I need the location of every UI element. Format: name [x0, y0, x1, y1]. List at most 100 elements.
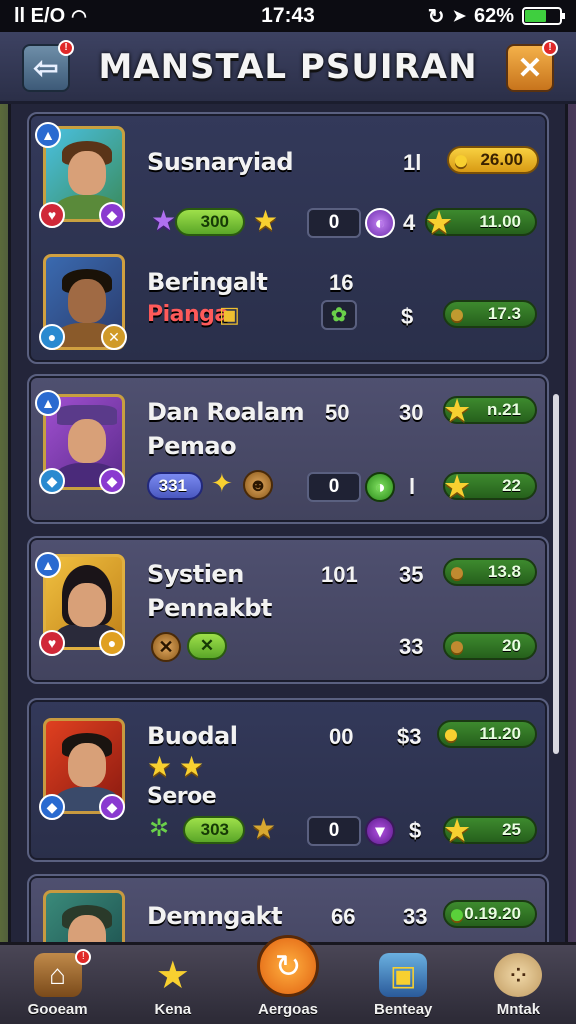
- character-name: Demngakt: [147, 902, 283, 930]
- gem-icon: ◆: [99, 202, 125, 228]
- star-icon: ★: [155, 954, 190, 997]
- star-icon: ★: [444, 394, 470, 426]
- water-drop-icon: ●: [39, 324, 65, 350]
- nav-item-home[interactable]: ⌂ ! Gooeam: [0, 945, 115, 1024]
- back-button[interactable]: ⇦ !: [22, 40, 74, 92]
- heart-icon: ♥: [39, 630, 65, 656]
- resource-pill: 331: [147, 472, 203, 500]
- list-card[interactable]: ▲ ♥ ● Systien Pennakbt 101 35 ● 13.8 ✕ ✕…: [27, 536, 549, 684]
- level-badge-icon: ▲: [35, 552, 61, 578]
- count-value: 4: [403, 210, 416, 235]
- carrier-text: ll E/O: [14, 4, 66, 27]
- green-orb-icon: ◑: [365, 472, 395, 502]
- stat-value: 35: [399, 562, 424, 587]
- list-card[interactable]: Demngakt 66 33 ● 0.19.20: [27, 874, 549, 942]
- notification-badge: !: [542, 40, 558, 56]
- paw-box: ✿: [321, 300, 357, 330]
- nav-item-cookie[interactable]: ⁘ Mntak: [461, 945, 576, 1024]
- nav-label: Benteay: [374, 1001, 433, 1018]
- avatar: [43, 890, 125, 942]
- stat-value: 66: [331, 904, 356, 929]
- reward-pill: ● 17.3: [443, 298, 537, 329]
- nav-label: Mntak: [496, 1001, 541, 1018]
- value-box: 0: [307, 816, 361, 846]
- count-value: 33: [399, 634, 424, 659]
- character-subtitle: Seroe: [147, 784, 217, 809]
- character-subtitle: Pemao: [147, 432, 237, 460]
- star-icon: ★: [251, 813, 277, 844]
- currency-symbol: $: [409, 818, 422, 843]
- cookie-icon: ⁘: [494, 953, 543, 997]
- chest-icon: ▣: [219, 302, 240, 327]
- battery-icon: [522, 7, 565, 25]
- carrier-signal: ll E/O ◠: [14, 5, 214, 28]
- purple-star-icon: ★: [151, 205, 177, 236]
- reward-pill: ★ 25: [443, 815, 537, 846]
- heart-icon: ♥: [39, 202, 65, 228]
- page-title: MANSTAL PSUIRAN: [98, 46, 478, 87]
- green-coin-icon: ●: [448, 898, 466, 929]
- shield-icon: ◆: [39, 468, 65, 494]
- notification-badge: !: [58, 40, 74, 56]
- resource-pill: 300: [175, 208, 245, 236]
- character-name: Systien: [147, 560, 244, 588]
- location-icon: ➤: [452, 8, 466, 25]
- close-button[interactable]: ✕ !: [506, 40, 558, 92]
- reward-pill: ★ n.21: [443, 395, 537, 426]
- character-name: Beringalt: [147, 268, 268, 296]
- gold-coin-icon: ●: [452, 144, 470, 175]
- stat-value: 101: [321, 562, 358, 587]
- stat-value: 33: [403, 904, 428, 929]
- back-arrow-icon: ⇦: [33, 51, 59, 85]
- star-icon: ★: [253, 205, 279, 236]
- nav-label: Gooeam: [27, 1001, 88, 1018]
- list-card[interactable]: ▲ ♥ ◆ Susnaryiad 1l ● 26.00 ★ 300 ★ 0 ◐ …: [27, 112, 549, 364]
- sword-icon: ✕: [199, 636, 215, 655]
- sword-icon: ✕: [151, 632, 181, 662]
- character-subtitle: Pianga: [147, 302, 229, 327]
- coin-icon: ●: [99, 630, 125, 656]
- battery-percent: 62%: [473, 4, 514, 27]
- reward-pill: ● 13.8: [443, 556, 537, 587]
- header-bar: ⇦ ! MANSTAL PSUIRAN ✕ !: [0, 32, 576, 104]
- stat-value: 50: [325, 400, 350, 425]
- nav-item-star[interactable]: ★ Kena: [115, 945, 230, 1024]
- sword-icon: ✕: [101, 324, 127, 350]
- skull-icon: ☻: [243, 470, 273, 500]
- character-list[interactable]: ▲ ♥ ◆ Susnaryiad 1l ● 26.00 ★ 300 ★ 0 ◐ …: [8, 104, 568, 942]
- reward-pill: ● 11.20: [437, 718, 537, 749]
- bottom-nav: ⌂ ! Gooeam ★ Kena ↻ Aergoas ▣ Benteay ⁘ …: [0, 935, 576, 1024]
- wifi-icon: ◠: [71, 5, 87, 26]
- nav-label: Aergoas: [257, 1001, 319, 1018]
- close-icon: ✕: [517, 51, 543, 85]
- list-card[interactable]: ◆ ◆ Buodal ★ ★ Seroe 00 $3 ● 11.20 ✲ 303…: [27, 698, 549, 862]
- spin-icon: ↻: [257, 935, 319, 997]
- stat-value: 16: [329, 270, 354, 295]
- clock: 17:43: [261, 4, 315, 27]
- sync-icon: ↻: [427, 5, 445, 28]
- reward-pill: ● 20: [443, 630, 537, 661]
- stat-value: $3: [397, 724, 422, 749]
- star-icon: ★: [147, 751, 173, 782]
- resource-pill: ✕: [187, 632, 227, 660]
- potion-icon: ▾: [365, 816, 395, 846]
- nav-item-spin[interactable]: ↻ Aergoas: [230, 935, 345, 1024]
- character-name: Buodal: [147, 722, 238, 750]
- coin-icon: ●: [448, 298, 466, 329]
- gold-coin-icon: ●: [442, 718, 460, 749]
- stat-value: 30: [399, 400, 424, 425]
- value-box: 0: [307, 472, 361, 502]
- nav-item-box[interactable]: ▣ Benteay: [346, 945, 461, 1024]
- home-icon: ⌂: [33, 953, 82, 997]
- reward-pill: ★ 11.00: [425, 207, 537, 238]
- resource-pill: 303: [183, 816, 245, 844]
- stat-value: 1l: [403, 150, 422, 175]
- character-subtitle: Pennakbt: [147, 594, 272, 622]
- scrollbar[interactable]: [553, 394, 559, 754]
- sparkle-icon: ✲: [149, 815, 170, 842]
- gem-icon: ◆: [99, 468, 125, 494]
- sparkle-icon: ✦: [211, 468, 233, 498]
- list-card[interactable]: ▲ ◆ ◆ Dan Roalam Pemao 50 30 ★ n.21 331 …: [27, 374, 549, 524]
- level-badge-icon: ▲: [35, 390, 61, 416]
- gem-icon: ◆: [99, 794, 125, 820]
